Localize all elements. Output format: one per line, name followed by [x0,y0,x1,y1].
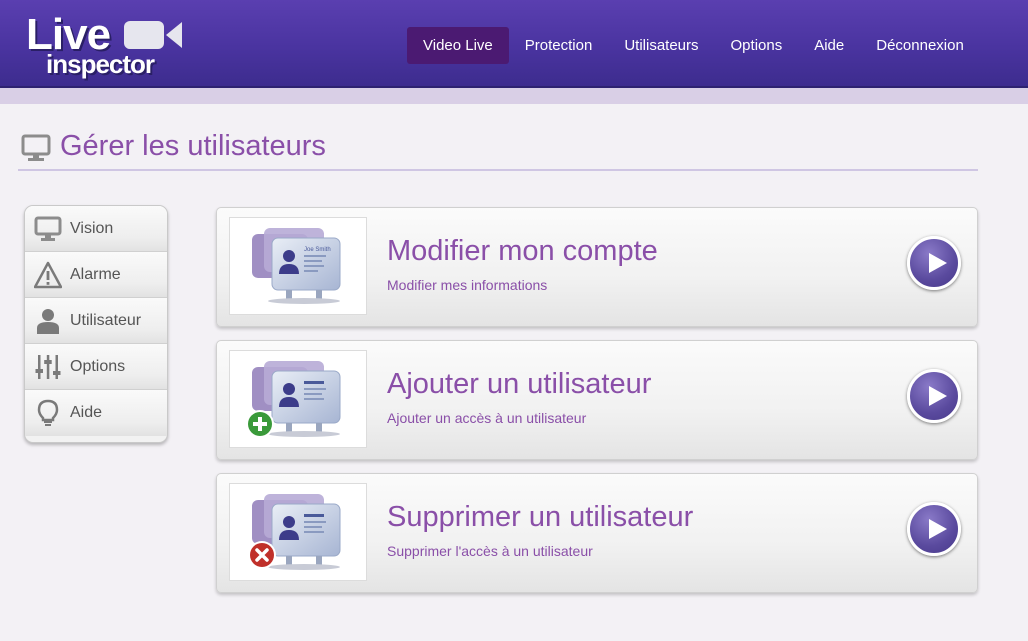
sidebar-item-vision[interactable]: Vision [25,206,167,252]
user-icon [37,309,59,334]
play-button[interactable] [907,236,961,290]
action-card-supprimer-utilisateur[interactable]: Supprimer un utilisateur Supprimer l'acc… [216,473,978,593]
contact-cards-thumbnail [229,350,367,448]
sidebar-item-utilisateur[interactable]: Utilisateur [25,298,167,344]
contact-card-icon [248,494,341,570]
live-inspector-logo[interactable]: Live inspector [26,10,186,80]
warning-icon [34,261,62,289]
nav-deconnexion[interactable]: Déconnexion [860,27,980,64]
main-nav: Video Live Protection Utilisateurs Optio… [407,27,980,64]
page-title-bar: Gérer les utilisateurs [18,124,978,171]
monitor-icon [21,134,51,161]
page-title: Gérer les utilisateurs [60,130,326,162]
contact-cards-thumbnail: Joe Smith [229,217,367,315]
card-title: Modifier mon compte [387,235,658,267]
remove-badge-icon [248,541,276,569]
contact-cards-thumbnail [229,483,367,581]
video-camera-icon [124,21,182,49]
monitor-icon [34,216,62,241]
play-button[interactable] [907,502,961,556]
card-subtitle: Modifier mes informations [387,277,548,293]
action-card-ajouter-utilisateur[interactable]: Ajouter un utilisateur Ajouter un accès … [216,340,978,460]
contact-card-name: Joe Smith [304,247,331,253]
sidebar: Vision Alarme Utilisateur Options Aide [24,205,168,443]
add-badge-icon [246,410,274,438]
play-button[interactable] [907,369,961,423]
sidebar-item-label: Alarme [70,266,121,283]
card-title: Supprimer un utilisateur [387,501,694,533]
contact-card-icon: Joe Smith [252,228,341,304]
card-subtitle: Ajouter un accès à un utilisateur [387,410,587,426]
card-subtitle: Supprimer l'accès à un utilisateur [387,543,593,559]
sidebar-item-label: Options [70,358,126,375]
top-header: Live inspector Video Live Protection Uti… [0,0,1028,88]
nav-aide[interactable]: Aide [798,27,860,64]
action-card-modifier-compte[interactable]: Joe Smith Modifier mon compte Modifier m… [216,207,978,327]
nav-utilisateurs[interactable]: Utilisateurs [608,27,714,64]
nav-options[interactable]: Options [715,27,799,64]
sidebar-item-label: Vision [70,220,114,237]
sidebar-item-label: Utilisateur [70,312,142,329]
nav-video-live[interactable]: Video Live [407,27,509,64]
sidebar-item-options[interactable]: Options [25,344,167,390]
nav-protection[interactable]: Protection [509,27,609,64]
sidebar-item-alarme[interactable]: Alarme [25,252,167,298]
sliders-icon [35,355,61,379]
sidebar-item-label: Aide [70,404,103,421]
card-title: Ajouter un utilisateur [387,368,652,400]
lightbulb-icon [37,399,59,426]
header-strip [0,88,1028,104]
logo-text-inspector: inspector [46,49,155,79]
sidebar-item-aide[interactable]: Aide [25,390,167,436]
contact-card-icon [246,361,341,438]
